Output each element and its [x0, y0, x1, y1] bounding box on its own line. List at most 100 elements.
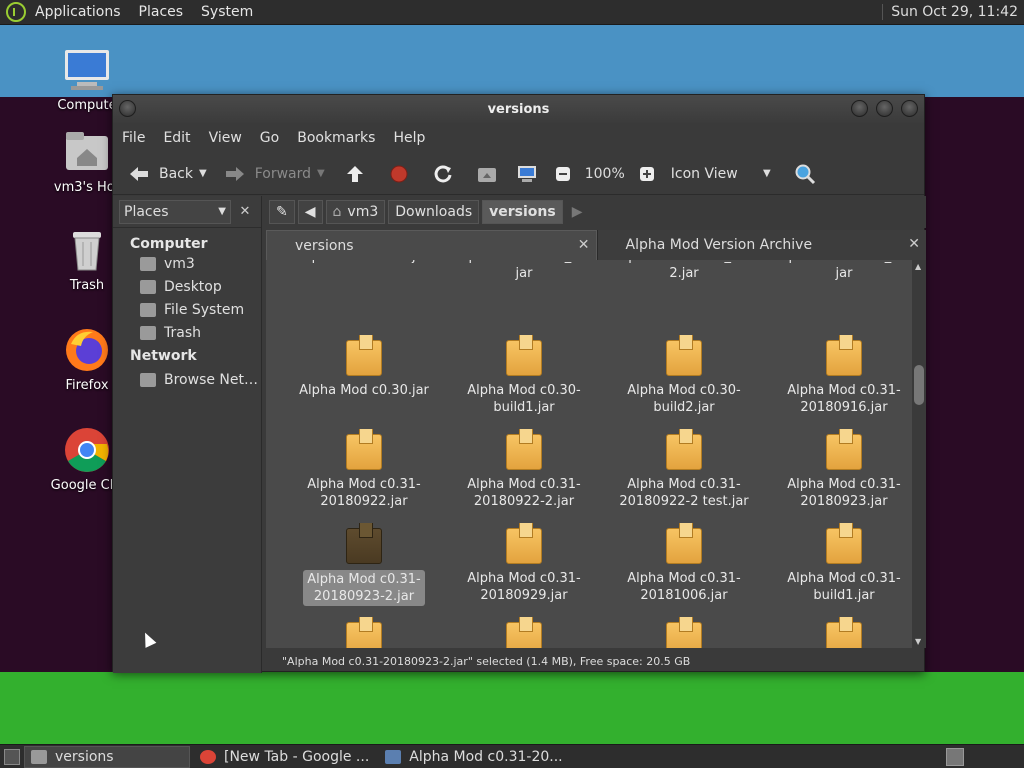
file-item[interactable]: Alpha Mod c0.30.jar	[284, 335, 444, 399]
home-button[interactable]	[469, 159, 505, 189]
file-icon-view[interactable]: Alpha Mod c0.29.jar Alpha Mod c0.29_01. j…	[266, 260, 912, 648]
window-menu-button[interactable]	[119, 100, 136, 117]
file-item[interactable]: Alpha Mod c0.32.jar	[764, 617, 912, 648]
task-alpha-mod[interactable]: Alpha Mod c0.31-20...	[379, 746, 568, 768]
sidebar-item-browse-network[interactable]: Browse Net…	[113, 368, 261, 391]
view-mode-select[interactable]: Icon View ▼	[665, 159, 777, 189]
menu-view[interactable]: View	[200, 130, 251, 146]
tab-alpha-mod-archive[interactable]: Alpha Mod Version Archive ✕	[596, 230, 926, 260]
zoom-in-button[interactable]	[629, 159, 665, 189]
forward-history-dropdown-icon[interactable]: ▼	[317, 168, 325, 179]
top-panel: Applications Places System Sun Oct 29, 1…	[0, 0, 1024, 25]
menu-bookmarks[interactable]: Bookmarks	[288, 130, 384, 146]
tab-versions[interactable]: versions ✕	[266, 230, 597, 260]
menu-file[interactable]: File	[113, 130, 154, 146]
maximize-button[interactable]	[876, 100, 893, 117]
clock[interactable]: Sun Oct 29, 11:42	[882, 4, 1024, 20]
wallpaper-sky	[0, 25, 1024, 97]
file-item[interactable]: Alpha Mod c0.31- 20180929.jar	[444, 523, 604, 604]
wallpaper-grass	[0, 672, 1024, 744]
file-item[interactable]: Alpha Mod c0.29_01- 2.jar	[604, 260, 764, 282]
file-item[interactable]: Alpha Mod c0.31-	[444, 617, 604, 648]
scrollbar-thumb[interactable]	[914, 365, 924, 405]
close-button[interactable]	[901, 100, 918, 117]
file-item[interactable]: Alpha Mod c0.31- 20180916.jar	[764, 335, 912, 416]
menu-go[interactable]: Go	[251, 130, 288, 146]
chevron-down-icon: ▼	[218, 206, 226, 217]
file-item[interactable]: Alpha Mod c0.31- 20181006.jar	[604, 523, 764, 604]
forward-button[interactable]: Forward	[217, 159, 317, 189]
sidebar-close-icon[interactable]: ✕	[235, 204, 255, 219]
places-menu[interactable]: Places	[130, 4, 193, 20]
edit-location-button[interactable]: ✎	[269, 200, 295, 224]
close-icon[interactable]: ✕	[908, 236, 920, 252]
chrome-icon	[63, 426, 111, 474]
view-mode-label: Icon View	[670, 165, 738, 182]
task-versions[interactable]: versions	[24, 745, 190, 768]
path-scroll-left[interactable]: ◀	[297, 200, 323, 224]
sidebar-item-label: Trash	[164, 324, 201, 341]
jar-package-icon	[506, 523, 542, 564]
search-button[interactable]	[787, 159, 823, 189]
file-item[interactable]: Alpha Mod c0.31-	[284, 617, 444, 648]
file-item[interactable]: Alpha Mod c0.31- 20180923.jar	[764, 429, 912, 510]
sidebar-type-label: Places	[124, 203, 169, 220]
file-item[interactable]: Alpha Mod c0.29_02. jar	[764, 260, 912, 282]
file-item[interactable]: Alpha Mod c0.30- build2.jar	[604, 335, 764, 416]
zoom-level[interactable]: 100%	[585, 166, 625, 182]
distro-logo-icon[interactable]	[6, 2, 26, 22]
file-item[interactable]: Alpha Mod c0.31- 20180922-2 test.jar	[604, 429, 764, 510]
path-segment-versions[interactable]: versions	[482, 200, 563, 224]
reload-button[interactable]	[425, 159, 461, 189]
jar-package-icon	[666, 523, 702, 564]
sidebar-item-desktop[interactable]: Desktop	[113, 275, 261, 298]
stop-button[interactable]	[381, 159, 417, 189]
file-name: Alpha Mod c0.31- build1.jar	[787, 571, 901, 603]
system-menu[interactable]: System	[192, 4, 262, 20]
scroll-up-icon[interactable]: ▲	[915, 262, 921, 271]
up-button[interactable]	[337, 159, 373, 189]
file-item[interactable]: Alpha Mod c0.30- build1.jar	[444, 335, 604, 416]
window-titlebar[interactable]: versions	[113, 95, 924, 123]
status-bar: "Alpha Mod c0.31-20180923-2.jar" selecte…	[282, 654, 691, 668]
workspace-switcher[interactable]	[946, 747, 964, 766]
sidebar-item-trash[interactable]: Trash	[113, 321, 261, 344]
minimize-button[interactable]	[851, 100, 868, 117]
zoom-out-button[interactable]	[545, 159, 581, 189]
back-history-dropdown-icon[interactable]: ▼	[199, 168, 207, 179]
stop-icon	[387, 162, 411, 186]
file-item[interactable]: Alpha Mod c0.31- build1.jar	[764, 523, 912, 604]
up-arrow-icon	[343, 162, 367, 186]
file-item[interactable]: Alpha Mod c0.29_01. jar	[444, 260, 604, 282]
vertical-scrollbar[interactable]: ▲ ▼	[912, 260, 926, 648]
path-segment-downloads[interactable]: Downloads	[388, 200, 480, 224]
sidebar-item-vm3[interactable]: vm3	[113, 252, 261, 275]
menu-help[interactable]: Help	[384, 130, 434, 146]
applications-menu[interactable]: Applications	[26, 4, 130, 20]
path-segment-vm3[interactable]: ⌂ vm3	[325, 200, 386, 224]
sidebar-item-label: Browse Net…	[164, 371, 259, 388]
path-scroll-right[interactable]: ▶	[566, 200, 589, 224]
tab-label: Alpha Mod Version Archive	[625, 237, 813, 253]
sidebar-item-file-system[interactable]: File System	[113, 298, 261, 321]
zoom-in-icon	[635, 162, 659, 186]
menu-edit[interactable]: Edit	[154, 130, 199, 146]
close-icon[interactable]: ✕	[578, 237, 590, 253]
file-item[interactable]: Alpha Mod c0.31-	[604, 617, 764, 648]
task-chrome[interactable]: [New Tab - Google ...	[194, 746, 375, 768]
back-button[interactable]: Back	[121, 159, 199, 189]
jar-package-icon	[506, 617, 542, 648]
show-desktop-icon[interactable]	[4, 748, 20, 765]
file-item[interactable]: Alpha Mod c0.31- 20180923-2.jar	[284, 523, 444, 606]
computer-icon	[515, 162, 539, 186]
file-item[interactable]: Alpha Mod c0.29.jar	[284, 260, 444, 265]
file-item[interactable]: Alpha Mod c0.31- 20180922.jar	[284, 429, 444, 510]
drive-icon	[140, 302, 156, 317]
task-label: versions	[55, 748, 114, 765]
sidebar-type-select[interactable]: Places ▼	[119, 199, 231, 224]
sidebar: Places ▼ ✕ Computer vm3 Desktop File Sys…	[113, 196, 262, 673]
computer-button[interactable]	[509, 159, 545, 189]
scroll-down-icon[interactable]: ▼	[915, 637, 921, 646]
jar-package-icon	[666, 335, 702, 376]
file-item[interactable]: Alpha Mod c0.31- 20180922-2.jar	[444, 429, 604, 510]
